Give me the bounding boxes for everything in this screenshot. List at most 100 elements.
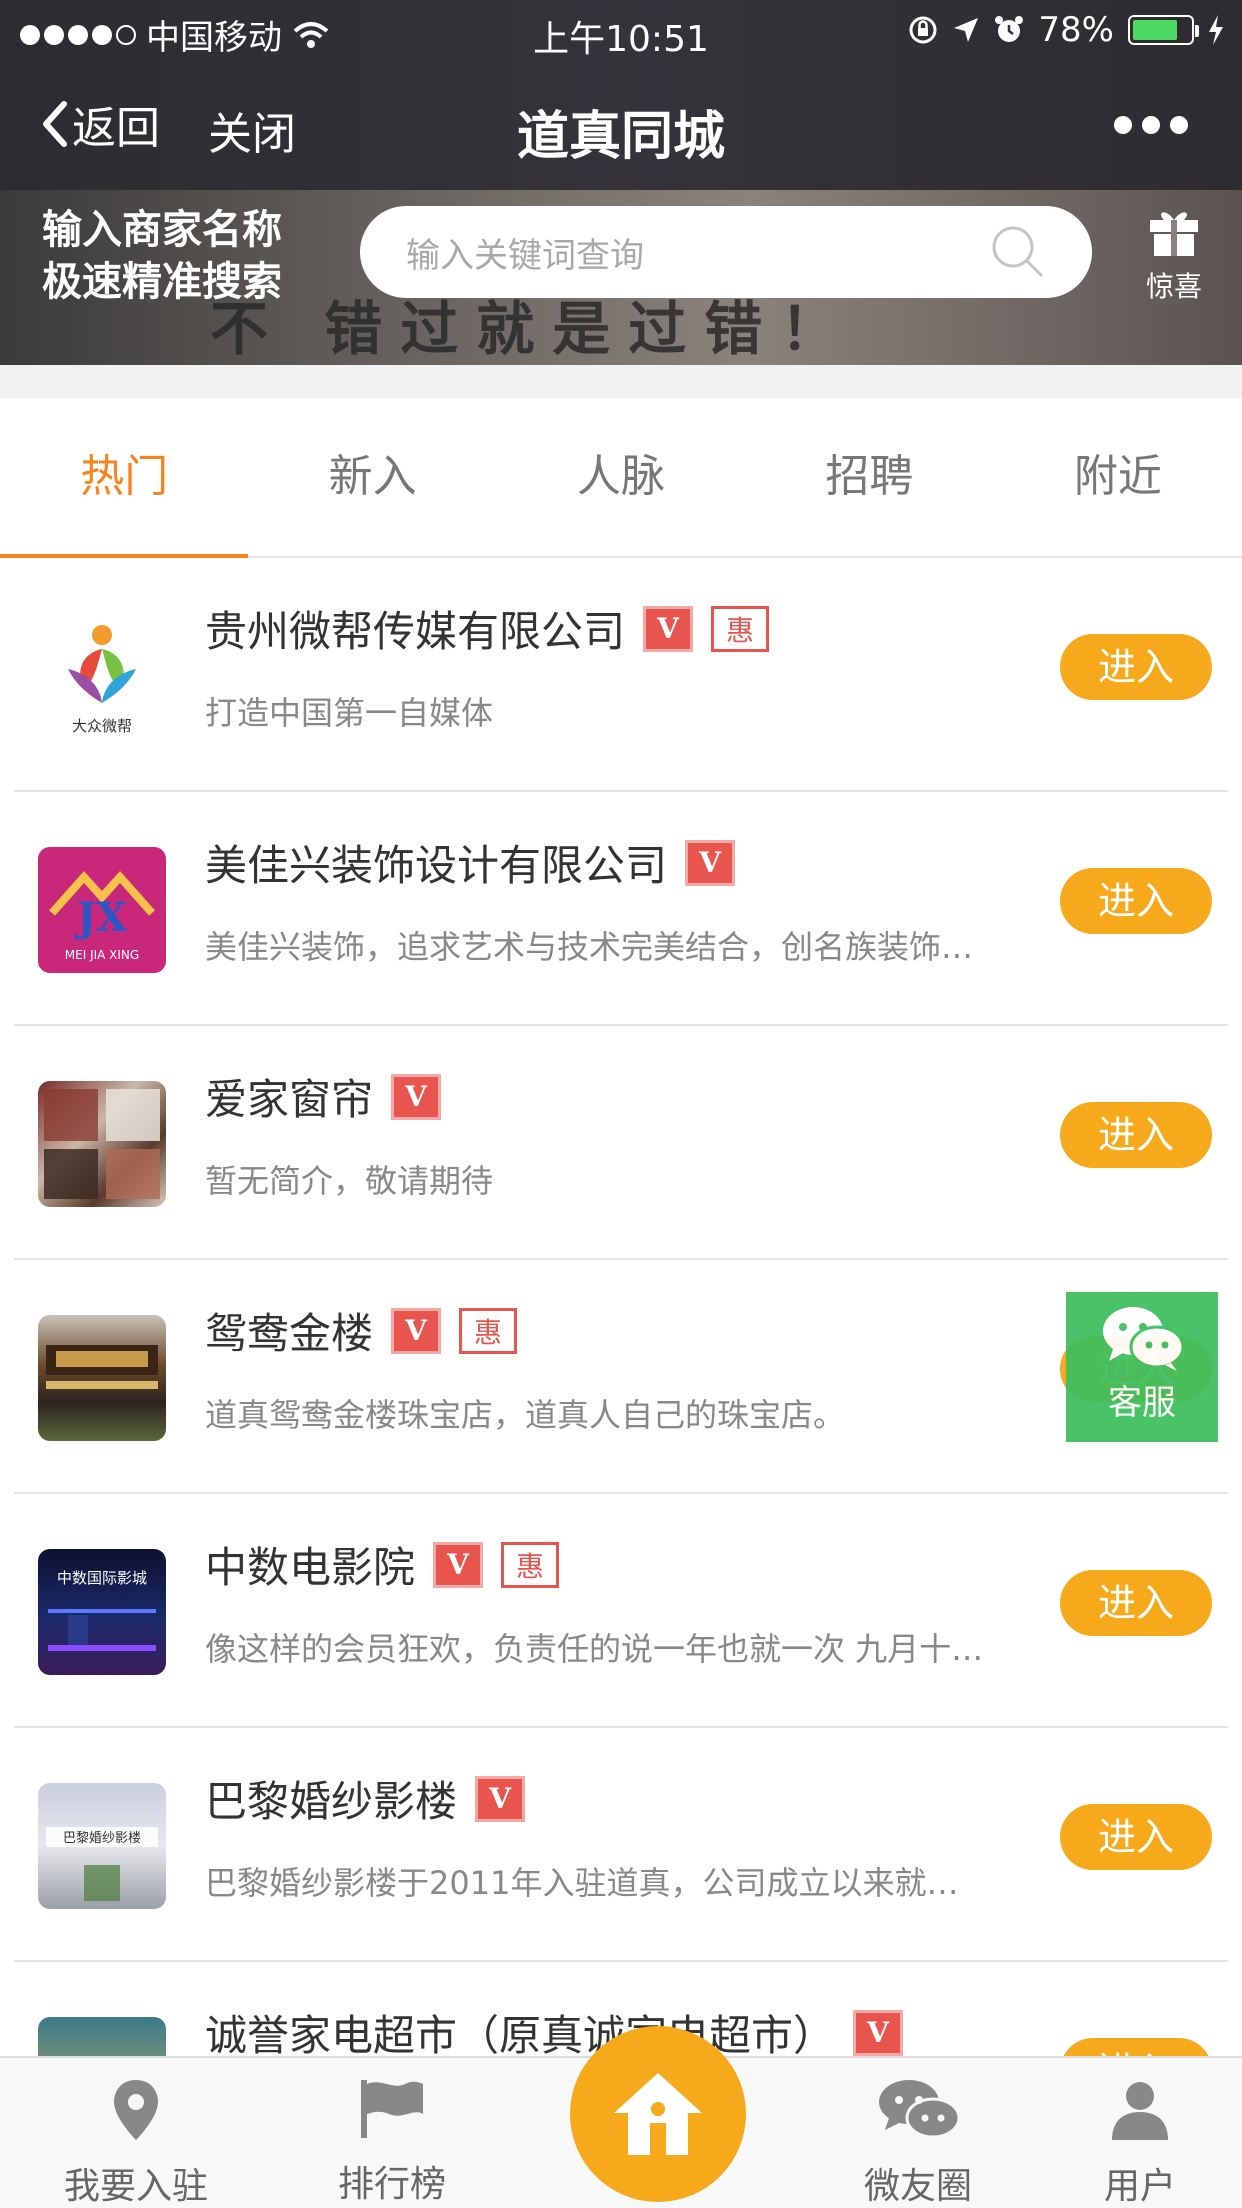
photo-caption: 中数国际影城	[57, 1569, 147, 1587]
merchant-name: 鸳鸯金楼	[205, 1309, 374, 1358]
battery-percent: 78%	[1038, 10, 1114, 50]
location-pin-icon	[114, 2080, 158, 2140]
list-item[interactable]: 鸳鸯金楼 V 惠 道真鸳鸯金楼珠宝店，道真人自己的珠宝店。 进入	[0, 1260, 1242, 1494]
category-tabs: 热门 新入 人脉 招聘 附近	[0, 398, 1242, 558]
list-item[interactable]: 巴黎婚纱影楼 巴黎婚纱影楼 V 巴黎婚纱影楼于2011年入驻道真，公司成立以来就…	[0, 1728, 1242, 1962]
gift-button[interactable]: 惊喜	[1136, 206, 1212, 305]
charging-icon	[1209, 15, 1223, 45]
tabbar-label: 排行榜	[337, 2164, 446, 2205]
verified-badge: V	[433, 1541, 484, 1588]
tab-new[interactable]: 新入	[248, 398, 496, 556]
search-placeholder: 输入关键词查询	[406, 235, 644, 276]
enter-button[interactable]: 进入	[1060, 2038, 1212, 2058]
enter-button[interactable]: 进入	[1060, 1570, 1212, 1636]
logo-caption: 大众微帮	[72, 717, 132, 735]
tab-nearby[interactable]: 附近	[994, 398, 1242, 556]
merchant-name-row: 巴黎婚纱影楼 V	[205, 1768, 526, 1829]
tab-hot[interactable]: 热门	[0, 398, 249, 558]
merchant-description: 打造中国第一自媒体	[205, 694, 494, 732]
merchant-photo	[38, 1315, 166, 1441]
home-icon	[614, 2073, 702, 2155]
list-item[interactable]: 中数国际影城 中数电影院 V 惠 像这样的会员狂欢，负责任的说一年也就一次 九月…	[0, 1494, 1242, 1728]
merchant-photo: 巴黎婚纱影楼	[38, 1783, 166, 1909]
home-button[interactable]	[570, 2026, 746, 2202]
list-item[interactable]: JX MEI JIA XING 美佳兴装饰设计有限公司 V 美佳兴装饰，追求艺术…	[0, 792, 1242, 1026]
flag-icon	[361, 2080, 423, 2138]
gift-icon	[1150, 212, 1198, 256]
enter-button[interactable]: 进入	[1060, 1102, 1212, 1168]
more-menu-button[interactable]	[1114, 116, 1188, 134]
verified-badge: V	[475, 1775, 526, 1822]
merchant-photo: 中数国际影城	[38, 1549, 166, 1675]
merchant-name: 诚誉家电超市（原真诚家电超市）	[205, 2011, 836, 2058]
tab-jobs[interactable]: 招聘	[745, 398, 993, 556]
search-banner: 不 错过就是过错！ 输入商家名称 极速精准搜索 输入关键词查询 惊喜	[0, 190, 1242, 365]
svg-text:JX: JX	[74, 894, 127, 941]
merchant-logo: JX MEI JIA XING	[38, 847, 166, 973]
banner-slogan: 输入商家名称 极速精准搜索	[42, 204, 282, 308]
slogan-line-1: 输入商家名称	[42, 207, 282, 253]
location-arrow-icon	[954, 18, 979, 42]
slogan-line-2: 极速精准搜索	[42, 259, 282, 305]
merchant-name: 爱家窗帘	[205, 1075, 374, 1124]
merchant-name: 巴黎婚纱影楼	[205, 1777, 458, 1826]
merchant-photo	[38, 1081, 166, 1207]
verified-badge: V	[643, 605, 694, 652]
merchant-name-row: 诚誉家电超市（原真诚家电超市） V	[205, 2002, 904, 2058]
merchant-name-row: 爱家窗帘 V	[205, 1066, 442, 1127]
page-title: 道真同城	[516, 107, 725, 167]
rotation-lock-icon	[909, 16, 937, 44]
status-right: 78%	[908, 10, 1224, 50]
enter-button[interactable]: 进入	[1060, 1804, 1212, 1870]
discount-badge: 惠	[711, 605, 770, 652]
verified-badge: V	[853, 2009, 904, 2056]
merchant-name-row: 鸳鸯金楼 V 惠	[205, 1300, 518, 1361]
photo-caption: 巴黎婚纱影楼	[63, 1831, 141, 1846]
verified-badge: V	[685, 839, 736, 886]
enter-button[interactable]: 进入	[1060, 634, 1212, 700]
merchant-logo: 大众微帮	[38, 613, 166, 739]
tabbar-label: 用户	[1103, 2166, 1176, 2207]
wechat-icon	[1103, 1307, 1185, 1371]
chat-bubbles-icon	[879, 2080, 961, 2139]
tabbar-item-user[interactable]: 用户	[1040, 2078, 1240, 2208]
battery-icon	[1128, 15, 1199, 45]
merchant-name-row: 中数电影院 V 惠	[205, 1534, 560, 1595]
tab-contacts[interactable]: 人脉	[497, 398, 745, 556]
merchant-name-row: 美佳兴装饰设计有限公司 V	[205, 832, 736, 893]
discount-badge: 惠	[501, 1541, 560, 1588]
search-input[interactable]: 输入关键词查询	[360, 206, 1092, 298]
merchant-description: 美佳兴装饰，追求艺术与技术完美结合，创名族装饰…	[205, 928, 974, 966]
merchant-name: 中数电影院	[205, 1543, 416, 1592]
verified-badge: V	[391, 1307, 442, 1354]
merchant-name-row: 贵州微帮传媒有限公司 V 惠	[205, 598, 770, 659]
gift-label: 惊喜	[1145, 270, 1202, 303]
customer-service-button[interactable]: 客服	[1066, 1292, 1218, 1442]
tabbar-item-moments[interactable]: 微友圈	[818, 2078, 1018, 2208]
discount-badge: 惠	[459, 1307, 518, 1354]
customer-service-label: 客服	[1108, 1383, 1176, 1423]
user-icon	[1112, 2082, 1168, 2140]
merchant-description: 像这样的会员狂欢，负责任的说一年也就一次 九月十…	[205, 1630, 984, 1668]
merchant-name: 贵州微帮传媒有限公司	[205, 607, 626, 656]
tabbar-label: 微友圈	[863, 2166, 972, 2207]
status-bar: 中国移动 上午10:51 78%	[0, 0, 1242, 62]
logo-caption: MEI JIA XING	[65, 948, 139, 962]
nav-bar: 返回 关闭 道真同城	[0, 62, 1242, 190]
merchant-description: 暂无简介，敬请期待	[205, 1162, 494, 1200]
merchant-description: 巴黎婚纱影楼于2011年入驻道真，公司成立以来就…	[205, 1864, 959, 1902]
verified-badge: V	[391, 1073, 442, 1120]
tabbar-item-ranking[interactable]: 排行榜	[292, 2078, 492, 2207]
enter-button[interactable]: 进入	[1060, 868, 1212, 934]
list-item[interactable]: 大众微帮 贵州微帮传媒有限公司 V 惠 打造中国第一自媒体 进入	[0, 558, 1242, 792]
list-item[interactable]: 爱家窗帘 V 暂无简介，敬请期待 进入	[0, 1026, 1242, 1260]
tabbar-item-join[interactable]: 我要入驻	[36, 2078, 236, 2208]
search-icon[interactable]	[990, 224, 1046, 280]
merchant-list: 大众微帮 贵州微帮传媒有限公司 V 惠 打造中国第一自媒体 进入 JX MEI …	[0, 558, 1242, 2058]
merchant-description: 道真鸳鸯金楼珠宝店，道真人自己的珠宝店。	[205, 1396, 846, 1434]
top-bar: 中国移动 上午10:51 78% 返回 关闭 道真同城	[0, 0, 1242, 190]
alarm-icon	[995, 16, 1024, 42]
tabbar-label: 我要入驻	[63, 2166, 208, 2207]
merchant-photo	[38, 2017, 166, 2058]
merchant-name: 美佳兴装饰设计有限公司	[205, 841, 668, 890]
